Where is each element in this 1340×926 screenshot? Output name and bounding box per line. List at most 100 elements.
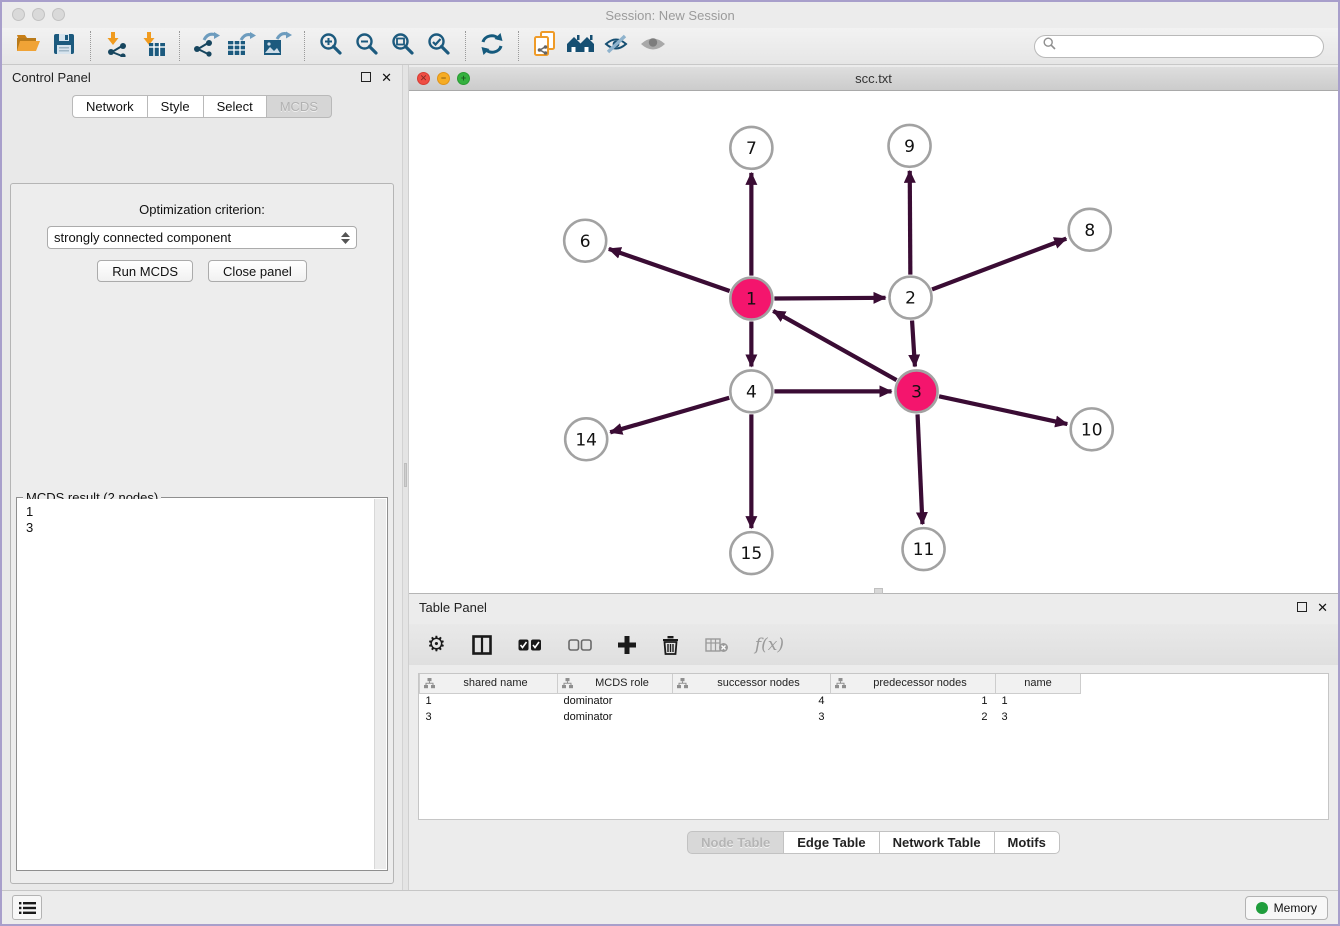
search-field[interactable] bbox=[1034, 35, 1324, 58]
graph-edge-2-3[interactable] bbox=[912, 321, 915, 367]
tab-network-table[interactable]: Network Table bbox=[879, 831, 994, 854]
tab-node-table[interactable]: Node Table bbox=[687, 831, 783, 854]
column-header-mcds-role[interactable]: MCDS role bbox=[558, 674, 673, 693]
zoom-out-button[interactable] bbox=[349, 29, 385, 63]
open-session-button[interactable] bbox=[10, 29, 46, 63]
cell-mcds-role[interactable]: dominator bbox=[558, 693, 673, 709]
close-panel-button[interactable]: Close panel bbox=[208, 260, 307, 282]
graph-edge-1-2[interactable] bbox=[774, 298, 885, 299]
float-table-panel-icon[interactable] bbox=[1297, 602, 1307, 612]
cell-predecessor-nodes[interactable]: 1 bbox=[831, 693, 996, 709]
task-history-button[interactable] bbox=[12, 895, 42, 920]
result-scrollbar[interactable] bbox=[374, 499, 386, 869]
cell-successor-nodes[interactable]: 4 bbox=[673, 693, 831, 709]
close-window-button[interactable] bbox=[12, 8, 25, 21]
function-builder-button[interactable]: f(x) bbox=[755, 635, 784, 655]
unchecked-boxes-icon bbox=[568, 639, 592, 651]
import-table-icon bbox=[140, 31, 166, 62]
float-panel-icon[interactable] bbox=[361, 72, 371, 82]
zoom-fit-button[interactable] bbox=[385, 29, 421, 63]
splitter-grip[interactable] bbox=[404, 463, 407, 487]
chevron-updown-icon bbox=[341, 232, 350, 244]
graph-node-label-7: 7 bbox=[746, 139, 757, 159]
graph-edge-3-11[interactable] bbox=[918, 414, 923, 524]
export-image-icon bbox=[263, 31, 293, 62]
tab-style[interactable]: Style bbox=[147, 95, 203, 118]
show-button[interactable] bbox=[635, 29, 671, 63]
import-network-button[interactable] bbox=[99, 29, 135, 63]
home-button[interactable] bbox=[563, 29, 599, 63]
export-image-button[interactable] bbox=[260, 29, 296, 63]
zoom-selected-button[interactable] bbox=[421, 29, 457, 63]
graph-edge-2-8[interactable] bbox=[932, 239, 1066, 290]
network-window-titlebar[interactable]: ✕ − + scc.txt bbox=[409, 67, 1338, 91]
table-row[interactable]: 1 dominator 4 1 1 bbox=[420, 693, 1081, 709]
clone-network-button[interactable] bbox=[527, 29, 563, 63]
deselect-all-button[interactable] bbox=[568, 639, 592, 651]
tab-network[interactable]: Network bbox=[72, 95, 147, 118]
run-mcds-button[interactable]: Run MCDS bbox=[97, 260, 193, 282]
export-network-button[interactable] bbox=[188, 29, 224, 63]
list-icon bbox=[19, 901, 36, 915]
graph-node-label-9: 9 bbox=[904, 137, 915, 157]
column-header-predecessor-nodes[interactable]: predecessor nodes bbox=[831, 674, 996, 693]
cell-name[interactable]: 3 bbox=[996, 709, 1081, 725]
tab-mcds[interactable]: MCDS bbox=[266, 95, 332, 118]
delete-column-button[interactable] bbox=[662, 635, 679, 655]
save-session-button[interactable] bbox=[46, 29, 82, 63]
cell-predecessor-nodes[interactable]: 2 bbox=[831, 709, 996, 725]
tab-edge-table[interactable]: Edge Table bbox=[783, 831, 878, 854]
cell-shared-name[interactable]: 1 bbox=[420, 693, 558, 709]
export-table-button[interactable] bbox=[224, 29, 260, 63]
minimize-window-button[interactable] bbox=[32, 8, 45, 21]
tab-select[interactable]: Select bbox=[203, 95, 266, 118]
network-graph[interactable]: 7968124314101511 bbox=[409, 91, 1338, 593]
cell-successor-nodes[interactable]: 3 bbox=[673, 709, 831, 725]
toolbar-separator bbox=[90, 31, 91, 61]
search-input[interactable] bbox=[1061, 38, 1315, 54]
import-table-button[interactable] bbox=[135, 29, 171, 63]
split-columns-icon bbox=[472, 635, 492, 655]
cell-mcds-role[interactable]: dominator bbox=[558, 709, 673, 725]
select-all-button[interactable] bbox=[518, 639, 542, 651]
network-close-button[interactable]: ✕ bbox=[417, 72, 430, 85]
refresh-button[interactable] bbox=[474, 29, 510, 63]
close-table-panel-icon[interactable]: ✕ bbox=[1317, 601, 1328, 614]
cell-shared-name[interactable]: 3 bbox=[420, 709, 558, 725]
tab-motifs[interactable]: Motifs bbox=[994, 831, 1060, 854]
zoom-in-button[interactable] bbox=[313, 29, 349, 63]
network-maximize-button[interactable]: + bbox=[457, 72, 470, 85]
hide-button[interactable] bbox=[599, 29, 635, 63]
table-row[interactable]: 3 dominator 3 2 3 bbox=[420, 709, 1081, 725]
criterion-dropdown[interactable]: strongly connected component bbox=[47, 226, 357, 249]
close-panel-icon[interactable]: ✕ bbox=[381, 71, 392, 84]
toolbar-separator bbox=[465, 31, 466, 61]
column-header-shared-name[interactable]: shared name bbox=[420, 674, 558, 693]
network-canvas[interactable]: 7968124314101511 bbox=[409, 91, 1338, 593]
horizontal-splitter-grip[interactable] bbox=[874, 588, 883, 594]
graph-edge-3-1[interactable] bbox=[773, 311, 896, 380]
add-column-button[interactable] bbox=[618, 636, 636, 654]
zoom-out-icon bbox=[355, 32, 379, 61]
delete-table-button[interactable] bbox=[705, 637, 729, 653]
column-header-successor-nodes[interactable]: successor nodes bbox=[673, 674, 831, 693]
table-toolbar: ⚙ bbox=[409, 624, 1338, 665]
maximize-window-button[interactable] bbox=[52, 8, 65, 21]
graph-edge-2-9[interactable] bbox=[910, 171, 911, 275]
graph-edge-1-6[interactable] bbox=[609, 249, 730, 291]
memory-button[interactable]: Memory bbox=[1245, 896, 1328, 920]
mcds-result-box: MCDS result (2 nodes) 1 3 bbox=[16, 497, 388, 871]
column-view-button[interactable] bbox=[472, 635, 492, 655]
graph-edge-3-10[interactable] bbox=[939, 396, 1067, 424]
cell-name[interactable]: 1 bbox=[996, 693, 1081, 709]
refresh-icon bbox=[479, 32, 505, 61]
search-icon bbox=[1043, 37, 1056, 55]
column-header-name[interactable]: name bbox=[996, 674, 1081, 693]
mcds-result-list[interactable]: 1 3 bbox=[18, 499, 386, 541]
tree-icon bbox=[562, 678, 573, 692]
network-minimize-button[interactable]: − bbox=[437, 72, 450, 85]
graph-edge-4-14[interactable] bbox=[610, 398, 729, 433]
vertical-splitter[interactable] bbox=[402, 65, 409, 890]
table-settings-button[interactable]: ⚙ bbox=[427, 634, 446, 655]
graph-node-label-11: 11 bbox=[913, 540, 935, 560]
